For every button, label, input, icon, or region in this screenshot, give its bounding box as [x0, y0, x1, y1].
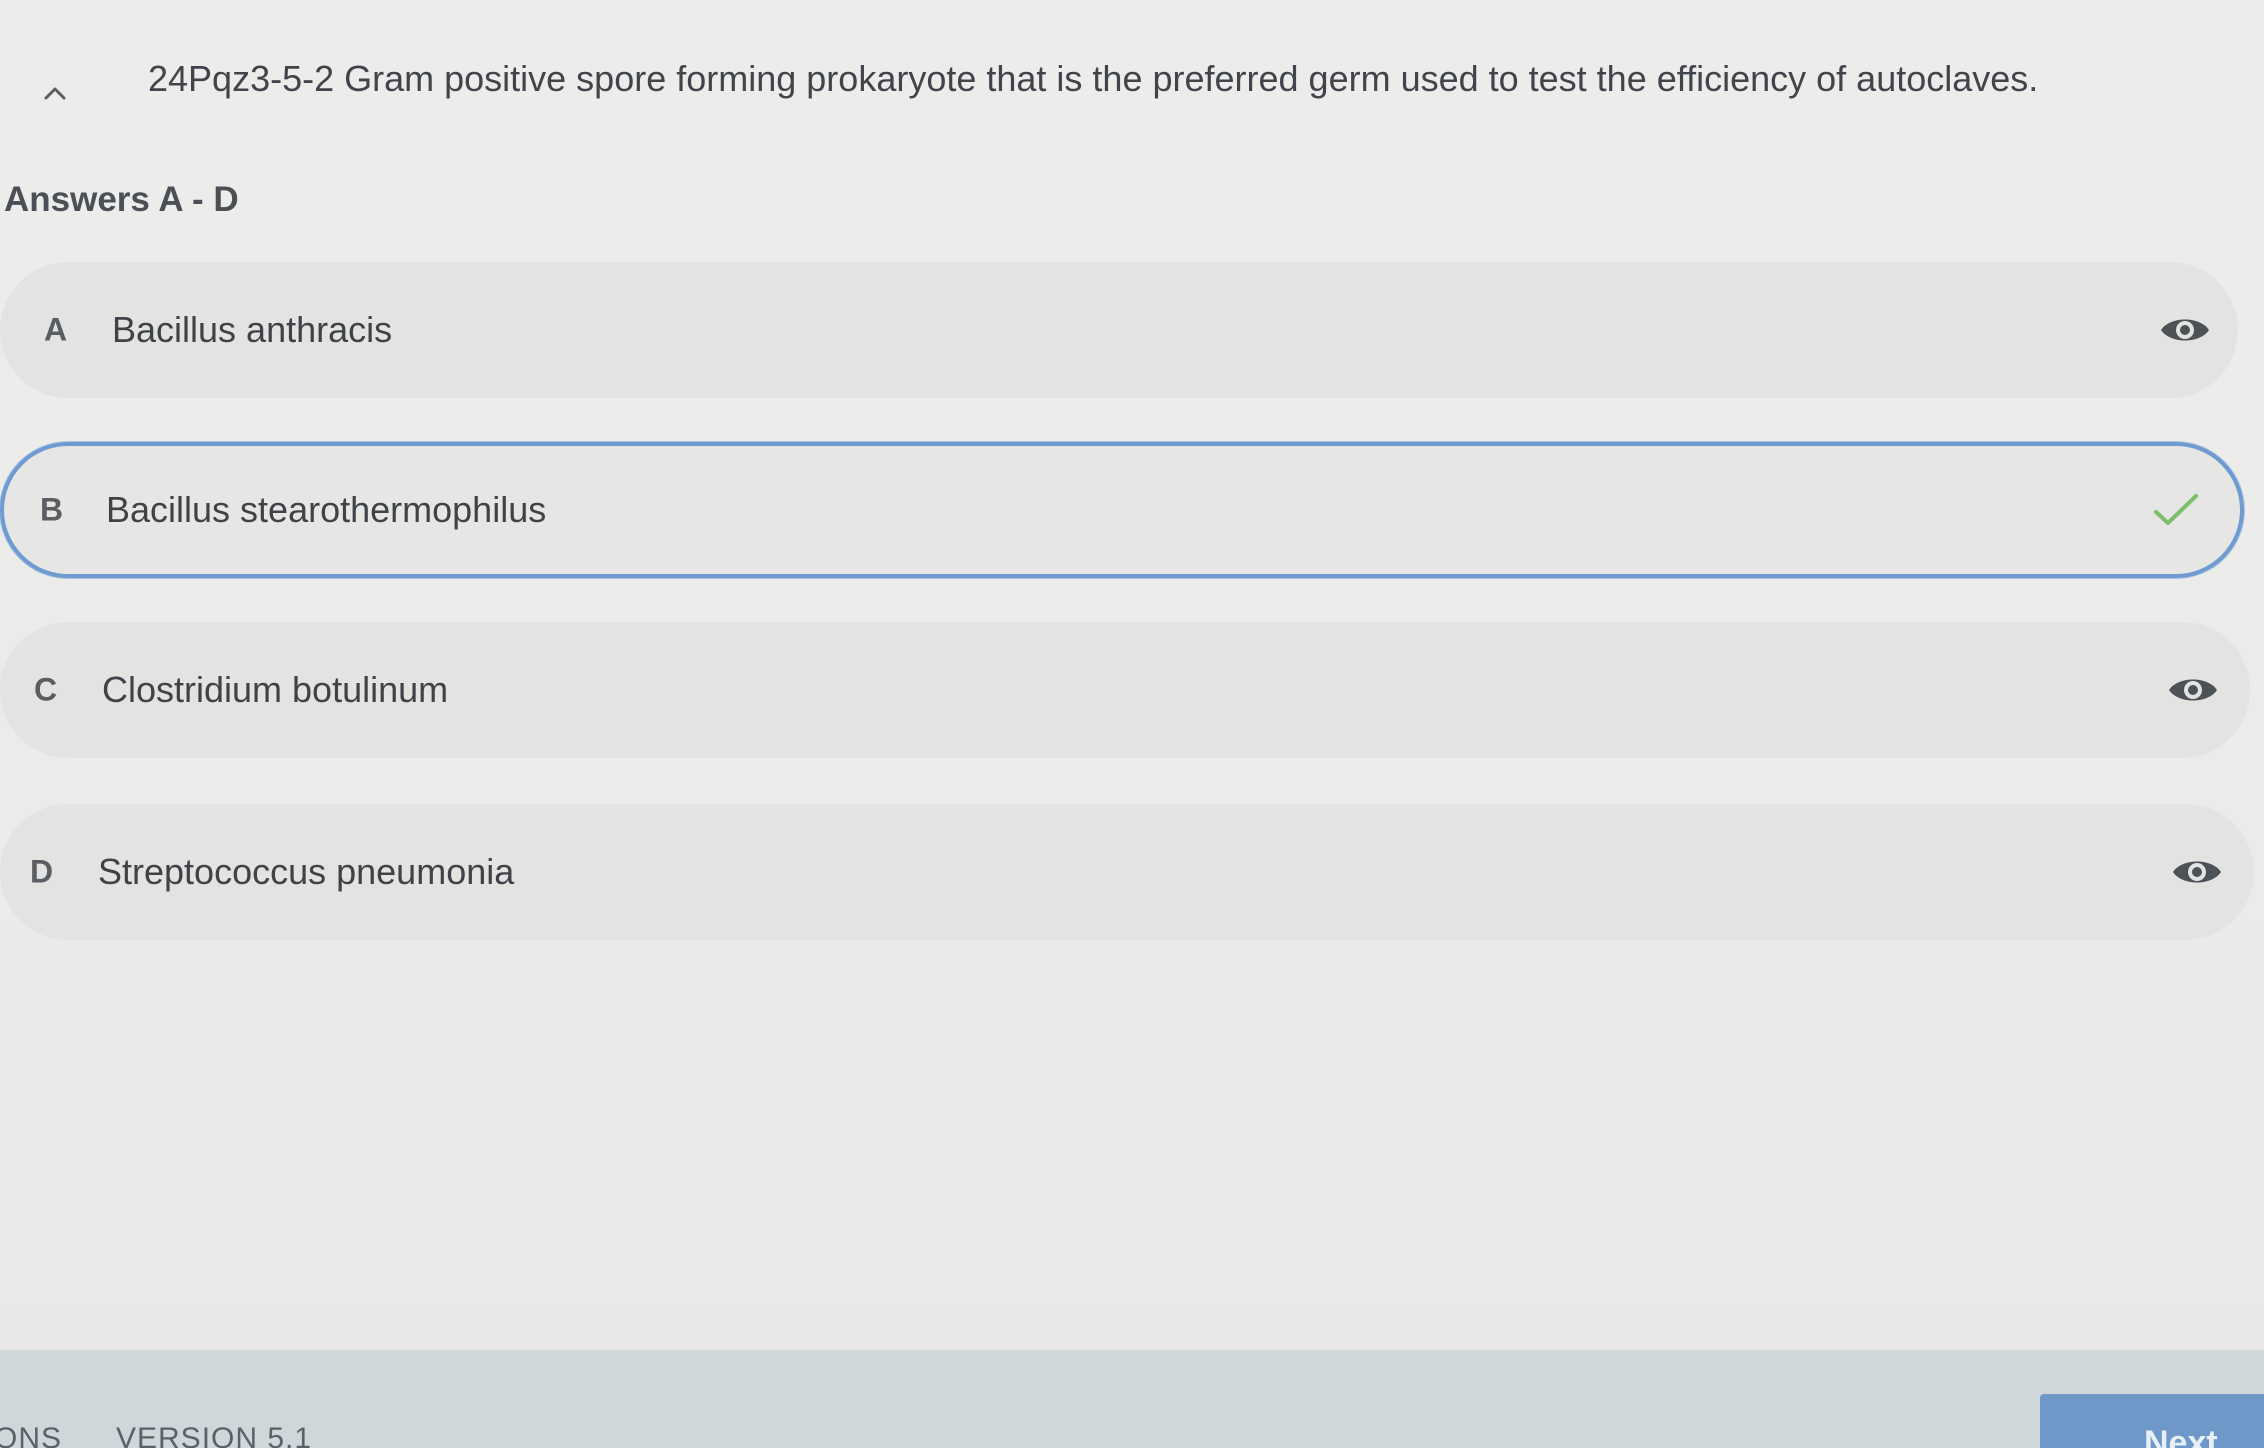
- question-text: 24Pqz3-5-2 Gram positive spore forming p…: [148, 58, 2039, 99]
- answers-heading: Answers A - D: [4, 180, 239, 219]
- option-text: Bacillus anthracis: [112, 309, 393, 350]
- next-button-label: Next: [2144, 1424, 2218, 1448]
- answer-option-c[interactable]: C Clostridium botulinum: [0, 622, 2250, 758]
- option-letter: C: [34, 671, 58, 708]
- option-letter: D: [30, 853, 54, 890]
- eye-icon[interactable]: [2158, 310, 2212, 350]
- option-text: Bacillus stearothermophilus: [106, 489, 547, 530]
- answer-option-b[interactable]: B Bacillus stearothermophilus: [0, 442, 2244, 578]
- version-label: VERSION 5.1: [116, 1422, 313, 1448]
- footer-bar: ONS VERSION 5.1 Next: [0, 1350, 2264, 1448]
- chevron-up-icon: [44, 87, 66, 100]
- answer-option-a[interactable]: A Bacillus anthracis: [0, 262, 2238, 398]
- eye-icon[interactable]: [2166, 670, 2220, 710]
- option-text: Clostridium botulinum: [102, 669, 449, 710]
- footer-link[interactable]: ONS: [0, 1422, 62, 1448]
- option-letter: B: [40, 491, 64, 528]
- eye-icon[interactable]: [2170, 852, 2224, 892]
- option-letter: A: [44, 311, 68, 348]
- checkmark-icon: [2154, 494, 2198, 525]
- option-text: Streptococcus pneumonia: [98, 851, 515, 892]
- next-button[interactable]: Next: [2040, 1394, 2264, 1448]
- quiz-page: 24Pqz3-5-2 Gram positive spore forming p…: [0, 0, 2264, 1448]
- collapse-button[interactable]: [38, 78, 72, 108]
- question-header: 24Pqz3-5-2 Gram positive spore forming p…: [0, 40, 2264, 130]
- answer-option-d[interactable]: D Streptococcus pneumonia: [0, 804, 2254, 940]
